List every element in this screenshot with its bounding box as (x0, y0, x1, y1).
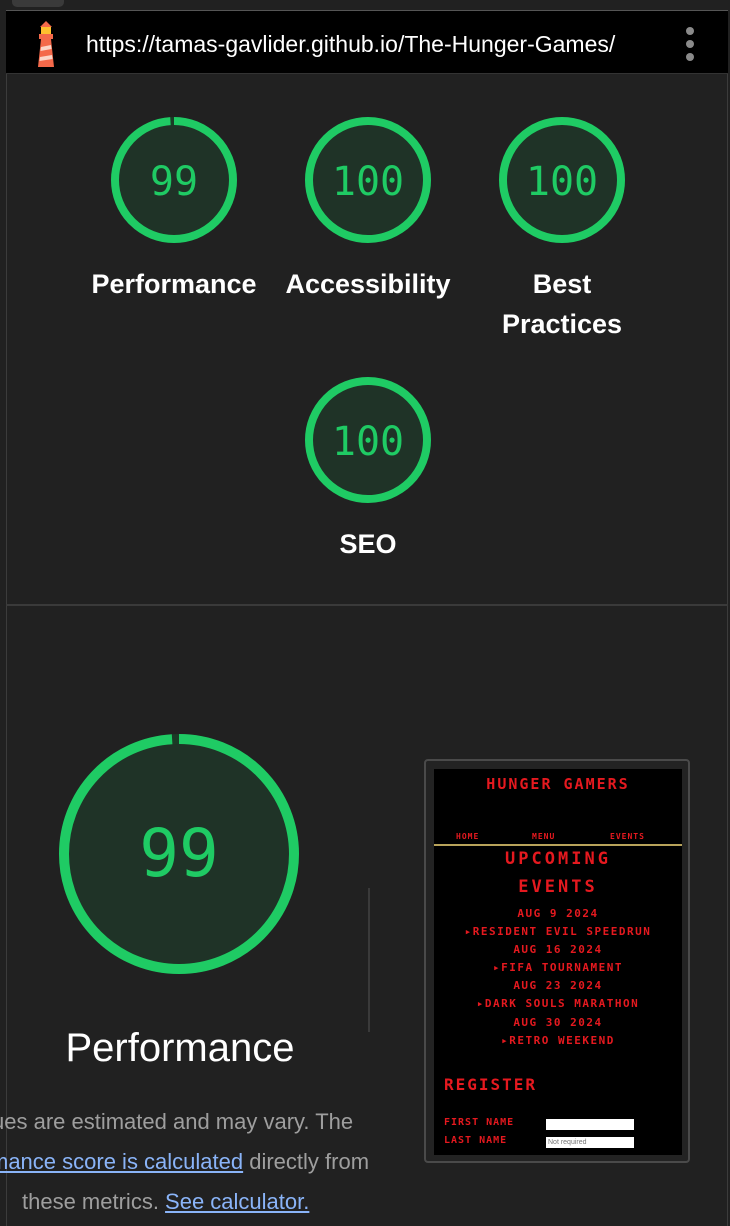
event-date: AUG 23 2024 (513, 979, 603, 992)
screenshot-content: HUNGER GAMERS HOME MENU EVENTS UPCOMING … (434, 769, 682, 1155)
browser-tab-stub[interactable] (12, 0, 64, 7)
event-date: AUG 30 2024 (513, 1016, 603, 1029)
page-url[interactable]: https://tamas-gavlider.github.io/The-Hun… (86, 31, 651, 58)
frame-right-border (727, 74, 728, 1226)
gauge-score: 100 (526, 159, 598, 205)
gauge-label-accessibility: Accessibility (285, 269, 451, 299)
gauge-seo[interactable]: 100 (303, 375, 433, 505)
site-title: HUNGER GAMERS (486, 775, 630, 793)
section-divider (6, 604, 728, 606)
performance-title: Performance (65, 1026, 295, 1070)
report-topbar: https://tamas-gavlider.github.io/The-Hun… (6, 10, 728, 74)
desc-text: these metrics. (22, 1189, 166, 1214)
gauge-label-performance: Performance (91, 269, 257, 299)
final-screenshot-thumbnail[interactable]: HUNGER GAMERS HOME MENU EVENTS UPCOMING … (424, 759, 690, 1163)
desc-text: directly from (243, 1149, 370, 1174)
gauge-label-line: Best (532, 269, 592, 299)
gauge-label-seo: SEO (339, 529, 397, 559)
nav-home: HOME (456, 832, 480, 841)
first-name-field (546, 1119, 634, 1130)
nav-events: EVENTS (610, 832, 645, 841)
vertical-divider (368, 888, 370, 1032)
register-heading: REGISTER (444, 1075, 538, 1094)
event-name: ▸FIFA TOURNAMENT (493, 961, 623, 974)
last-name-label: LAST NAME (444, 1135, 508, 1146)
kebab-menu-icon[interactable] (680, 27, 700, 61)
desc-line: these metrics. See calculator. (22, 1182, 309, 1222)
gauge-score-large: 99 (139, 815, 218, 892)
gauge-label-line: Practices (501, 309, 623, 339)
gauge-score: 99 (150, 159, 198, 205)
gauge-accessibility[interactable]: 100 (303, 115, 433, 245)
event-date: AUG 9 2024 (517, 907, 599, 920)
gauge-label-best-practices: Best Practices (467, 264, 657, 344)
event-date: AUG 16 2024 (513, 943, 603, 956)
events-heading: EVENTS (518, 877, 598, 897)
gauge-performance[interactable]: 99 (109, 115, 239, 245)
gauge-score: 100 (332, 419, 404, 465)
lighthouse-icon (38, 21, 54, 67)
event-name: ▸RESIDENT EVIL SPEEDRUN (464, 925, 652, 938)
gauge-best-practices[interactable]: 100 (497, 115, 627, 245)
gauge-score: 100 (332, 159, 404, 205)
see-calculator-link[interactable]: See calculator. (165, 1189, 309, 1214)
site-nav: HOME MENU EVENTS (434, 832, 682, 846)
nav-menu: MENU (532, 832, 556, 841)
last-name-field: Not required (546, 1137, 634, 1148)
desc-line: ues are estimated and may vary. The (0, 1109, 354, 1134)
event-name: ▸DARK SOULS MARATHON (476, 997, 640, 1010)
score-calculated-link[interactable]: mance score is calculated (0, 1149, 243, 1174)
event-name: ▸RETRO WEEKEND (501, 1034, 615, 1047)
desc-line: mance score is calculated directly from (0, 1142, 369, 1182)
gauge-performance-large: 99 (58, 733, 300, 975)
first-name-label: FIRST NAME (444, 1117, 515, 1128)
events-heading: UPCOMING (505, 849, 611, 869)
